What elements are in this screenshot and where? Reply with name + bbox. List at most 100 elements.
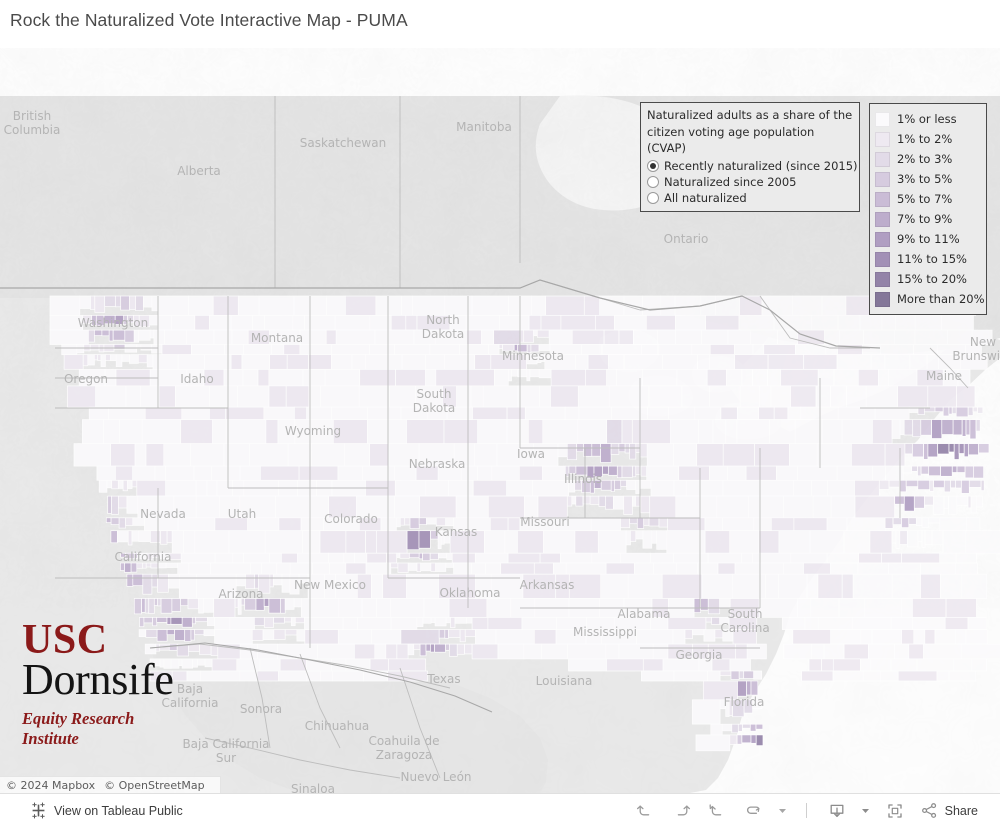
share-button[interactable]: Share bbox=[914, 798, 984, 823]
toolbar-right-group: Share bbox=[629, 798, 1000, 824]
puma-polygon bbox=[650, 617, 669, 630]
revert-button[interactable] bbox=[701, 798, 735, 824]
puma-polygon bbox=[475, 629, 497, 645]
puma-polygon bbox=[354, 552, 368, 564]
naturalization-radio-group[interactable]: Recently naturalized (since 2015) Natural… bbox=[647, 159, 858, 205]
legend-row-1[interactable]: 1% to 2% bbox=[875, 129, 982, 149]
puma-polygon bbox=[550, 385, 579, 408]
legend-row-4[interactable]: 5% to 7% bbox=[875, 189, 982, 209]
puma-polygon bbox=[367, 419, 407, 445]
puma-polygon bbox=[692, 643, 709, 660]
puma-polygon bbox=[67, 385, 97, 408]
puma-polygon bbox=[325, 329, 337, 345]
puma-polygon bbox=[127, 530, 133, 546]
legend-row-2[interactable]: 2% to 3% bbox=[875, 149, 982, 169]
puma-polygon bbox=[709, 354, 735, 370]
puma-polygon bbox=[542, 419, 579, 445]
puma-polygon bbox=[337, 629, 373, 645]
puma-polygon bbox=[955, 479, 962, 489]
puma-polygon bbox=[229, 617, 255, 630]
radio-mark-0[interactable] bbox=[647, 160, 659, 173]
puma-polygon bbox=[859, 315, 883, 331]
puma-polygon bbox=[63, 354, 84, 370]
puma-polygon bbox=[939, 517, 968, 532]
puma-polygon bbox=[720, 406, 738, 420]
filter-panel[interactable]: Naturalized adults as a share of the cit… bbox=[640, 102, 860, 213]
puma-polygon bbox=[445, 617, 451, 624]
puma-polygon bbox=[285, 385, 310, 408]
fullscreen-button[interactable] bbox=[878, 798, 912, 824]
puma-polygon bbox=[966, 517, 981, 532]
legend-row-3[interactable]: 3% to 5% bbox=[875, 169, 982, 189]
legend-row-9[interactable]: More than 20% bbox=[875, 289, 985, 309]
puma-polygon bbox=[574, 530, 599, 554]
puma-polygon bbox=[307, 573, 325, 599]
legend-row-5[interactable]: 7% to 9% bbox=[875, 209, 982, 229]
view-on-tableau-public-link[interactable]: View on Tableau Public bbox=[26, 799, 187, 822]
radio-mark-2[interactable] bbox=[647, 192, 659, 205]
map-canvas[interactable]: British Columbia Alberta Saskatchewan Manit… bbox=[0, 48, 1000, 793]
puma-polygon bbox=[564, 465, 570, 477]
puma-polygon bbox=[672, 629, 686, 645]
puma-polygon bbox=[276, 562, 291, 575]
puma-polygon bbox=[345, 295, 377, 316]
redo-button[interactable] bbox=[665, 798, 699, 824]
puma-polygon bbox=[927, 443, 938, 458]
puma-polygon bbox=[252, 315, 265, 331]
puma-polygon bbox=[268, 598, 281, 614]
puma-polygon bbox=[401, 354, 426, 370]
puma-polygon bbox=[948, 443, 955, 453]
refresh-button[interactable] bbox=[737, 798, 771, 824]
puma-polygon bbox=[502, 344, 515, 352]
puma-polygon bbox=[948, 406, 953, 415]
puma-polygon bbox=[656, 530, 668, 550]
puma-polygon bbox=[144, 517, 179, 532]
download-menu-chevron-icon[interactable] bbox=[856, 798, 876, 824]
puma-polygon bbox=[554, 517, 592, 532]
puma-polygon bbox=[444, 629, 449, 639]
puma-polygon bbox=[839, 329, 864, 345]
radio-mark-1[interactable] bbox=[647, 176, 659, 189]
legend-row-6[interactable]: 9% to 11% bbox=[875, 229, 982, 249]
puma-polygon bbox=[186, 369, 205, 387]
legend-row-8[interactable]: 15% to 20% bbox=[875, 269, 982, 289]
puma-polygon bbox=[895, 315, 916, 331]
puma-polygon bbox=[533, 329, 538, 337]
radio-option-2[interactable]: All naturalized bbox=[647, 191, 853, 205]
puma-polygon bbox=[212, 295, 239, 316]
puma-polygon bbox=[243, 344, 272, 356]
puma-polygon bbox=[141, 419, 182, 445]
puma-polygon bbox=[420, 562, 432, 572]
legend-row-0[interactable]: 1% or less bbox=[875, 109, 982, 129]
pause-menu-button[interactable] bbox=[773, 798, 793, 824]
puma-polygon bbox=[899, 479, 907, 493]
puma-polygon bbox=[134, 552, 138, 559]
puma-polygon bbox=[529, 369, 540, 378]
puma-polygon bbox=[500, 562, 535, 575]
legend-row-7[interactable]: 11% to 15% bbox=[875, 249, 982, 269]
puma-polygon bbox=[517, 385, 540, 408]
radio-option-1[interactable]: Naturalized since 2005 bbox=[647, 175, 853, 189]
puma-polygon bbox=[328, 552, 345, 564]
puma-polygon bbox=[741, 734, 752, 744]
puma-polygon bbox=[151, 552, 161, 558]
puma-polygon bbox=[837, 406, 876, 420]
puma-polygon bbox=[133, 329, 140, 343]
puma-polygon bbox=[750, 734, 757, 744]
radio-option-0[interactable]: Recently naturalized (since 2015) bbox=[647, 159, 858, 173]
puma-polygon bbox=[897, 385, 929, 408]
attribution-item-0[interactable]: © 2024 Mapbox bbox=[6, 779, 95, 792]
puma-polygon bbox=[486, 598, 512, 618]
puma-polygon bbox=[832, 658, 861, 672]
puma-polygon bbox=[342, 617, 358, 630]
undo-button[interactable] bbox=[629, 798, 663, 824]
puma-polygon bbox=[605, 562, 635, 575]
puma-polygon bbox=[477, 465, 493, 481]
download-button[interactable] bbox=[820, 798, 854, 824]
puma-polygon bbox=[941, 315, 974, 331]
puma-polygon bbox=[526, 354, 538, 365]
puma-polygon bbox=[434, 329, 467, 345]
puma-polygon bbox=[356, 495, 395, 519]
puma-polygon bbox=[438, 629, 446, 639]
attribution-item-1[interactable]: © OpenStreetMap bbox=[104, 779, 205, 792]
